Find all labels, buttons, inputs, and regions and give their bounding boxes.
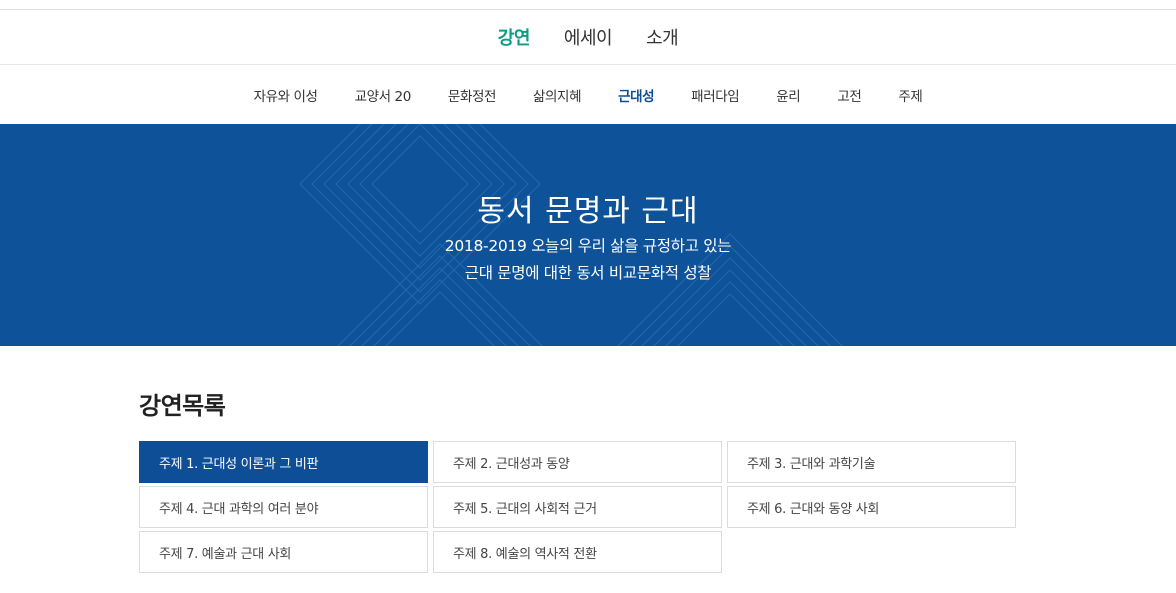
lecture-grid: 주제 1. 근대성 이론과 그 비판 주제 2. 근대성과 동양 주제 3. 근…	[139, 441, 1016, 573]
sub-nav-liberal-books[interactable]: 교양서 20	[355, 85, 412, 105]
lecture-card-topic-8[interactable]: 주제 8. 예술의 역사적 전환	[433, 531, 722, 573]
lecture-list-heading: 강연목록	[139, 392, 226, 420]
banner-title: 동서 문명과 근대	[477, 194, 699, 229]
lecture-card-topic-5[interactable]: 주제 5. 근대의 사회적 근거	[433, 486, 722, 528]
sub-nav-topics[interactable]: 주제	[898, 85, 922, 105]
sub-nav: 자유와 이성 교양서 20 문화정전 삶의지혜 근대성 패러다임 윤리 고전 주…	[0, 65, 1176, 124]
lecture-card-topic-1[interactable]: 주제 1. 근대성 이론과 그 비판	[139, 441, 428, 483]
banner-subtitle-line1: 2018-2019 오늘의 우리 삶을 규정하고 있는	[444, 237, 732, 255]
lecture-card-topic-7[interactable]: 주제 7. 예술과 근대 사회	[139, 531, 428, 573]
lecture-card-topic-4[interactable]: 주제 4. 근대 과학의 여러 분야	[139, 486, 428, 528]
hero-banner: 동서 문명과 근대 2018-2019 오늘의 우리 삶을 규정하고 있는 근대…	[0, 124, 1176, 346]
main-nav-essay[interactable]: 에세이	[564, 24, 613, 50]
lecture-card-topic-3[interactable]: 주제 3. 근대와 과학기술	[727, 441, 1016, 483]
main-nav-lecture[interactable]: 강연	[498, 24, 531, 50]
sub-nav-cultural-canon[interactable]: 문화정전	[448, 85, 496, 105]
sub-nav-ethics[interactable]: 윤리	[776, 85, 800, 105]
sub-nav-modernity[interactable]: 근대성	[618, 85, 654, 105]
sub-nav-freedom-reason[interactable]: 자유와 이성	[254, 85, 318, 105]
sub-nav-life-wisdom[interactable]: 삶의지혜	[533, 85, 581, 105]
lecture-card-topic-6[interactable]: 주제 6. 근대와 동양 사회	[727, 486, 1016, 528]
main-nav-about[interactable]: 소개	[646, 24, 679, 50]
main-nav: 강연 에세이 소개	[0, 10, 1176, 65]
banner-subtitle-line2: 근대 문명에 대한 동서 비교문화적 성찰	[464, 264, 712, 282]
sub-nav-classics[interactable]: 고전	[837, 85, 861, 105]
lecture-card-topic-2[interactable]: 주제 2. 근대성과 동양	[433, 441, 722, 483]
sub-nav-paradigm[interactable]: 패러다임	[691, 85, 739, 105]
